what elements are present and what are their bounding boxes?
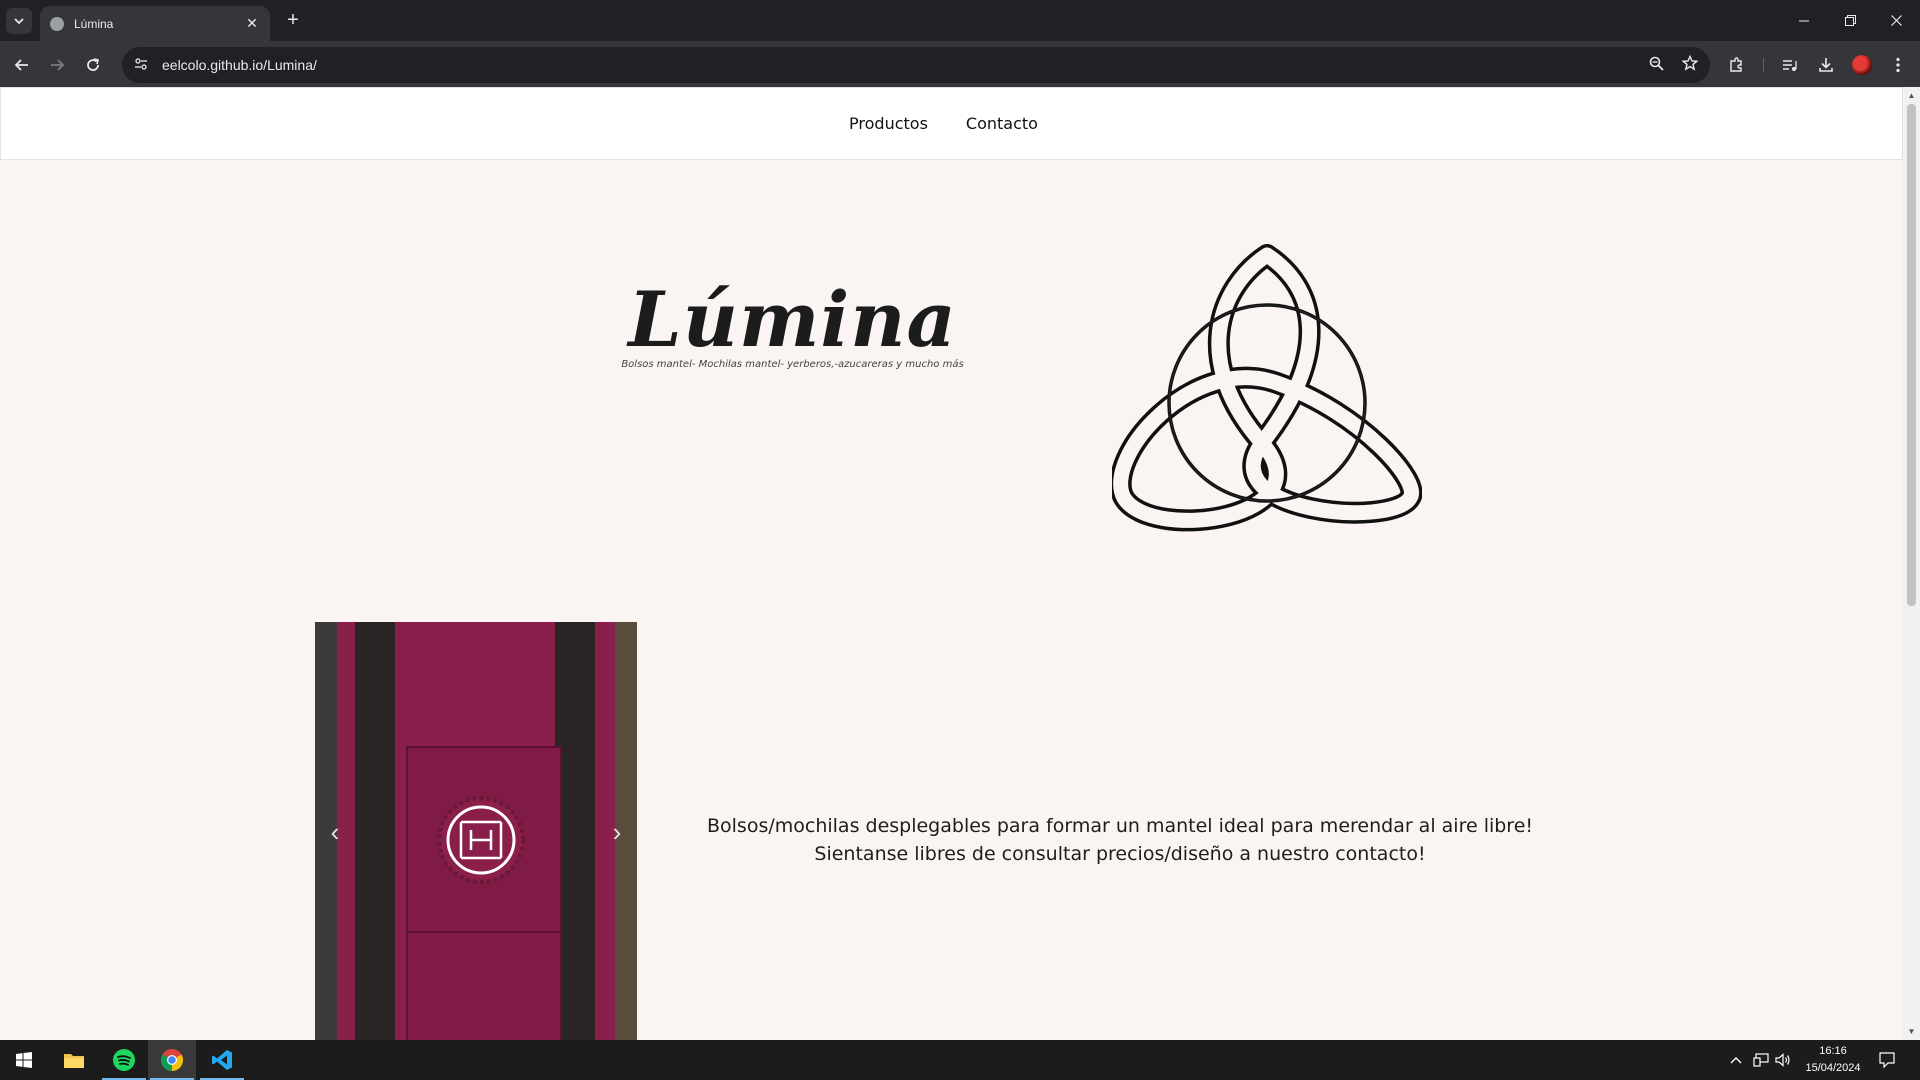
folder-icon — [64, 1054, 84, 1068]
os-taskbar: 16:16 15/04/2024 — [0, 1040, 1920, 1080]
product-description: Bolsos/mochilas desplegables para formar… — [706, 815, 1534, 865]
url-text[interactable]: eelcolo.github.io/Lumina/ — [162, 57, 1631, 73]
windows-logo-icon — [16, 1052, 32, 1068]
close-icon — [1890, 15, 1902, 26]
vscode-button[interactable] — [198, 1040, 246, 1080]
scroll-thumb[interactable] — [1907, 104, 1916, 606]
arrow-right-icon — [51, 59, 65, 71]
forward-button[interactable] — [44, 52, 70, 78]
carousel-next-button[interactable]: › — [597, 622, 637, 1040]
product-carousel: ‹ › — [315, 622, 637, 1040]
spotify-icon — [113, 1049, 135, 1071]
clock-date: 15/04/2024 — [1805, 1062, 1861, 1074]
site-navbar: Productos Contacto — [0, 87, 1903, 160]
nav-link-productos[interactable]: Productos — [849, 114, 928, 133]
new-tab-button[interactable]: + — [281, 9, 305, 33]
minimize-icon — [1799, 20, 1809, 21]
extensions-icon[interactable] — [1725, 54, 1747, 76]
menu-dots-icon[interactable] — [1887, 54, 1909, 76]
taskbar-clock[interactable]: 16:16 15/04/2024 — [1790, 1043, 1876, 1077]
site-info-icon[interactable] — [134, 57, 152, 74]
minimize-button[interactable] — [1781, 0, 1827, 41]
clock-time: 16:16 — [1819, 1045, 1847, 1057]
close-tab-button[interactable]: ✕ — [244, 15, 260, 32]
spotify-button[interactable] — [100, 1040, 148, 1080]
file-explorer-button[interactable] — [50, 1040, 98, 1080]
reload-button[interactable] — [80, 52, 106, 78]
reload-icon — [87, 58, 99, 71]
scroll-up-arrow[interactable]: ▲ — [1903, 87, 1920, 104]
address-bar[interactable]: eelcolo.github.io/Lumina/ — [122, 47, 1710, 83]
page-viewport: Productos Contacto Lúmina Bolsos mantel-… — [0, 87, 1920, 1040]
tab-strip: Lúmina ✕ + — [0, 0, 1920, 41]
start-button[interactable] — [0, 1040, 48, 1080]
scroll-down-arrow[interactable]: ▼ — [1903, 1023, 1920, 1040]
network-icon[interactable] — [1750, 1040, 1772, 1080]
zoom-icon[interactable] — [1649, 56, 1664, 75]
download-icon[interactable] — [1815, 54, 1837, 76]
vscode-icon — [212, 1050, 232, 1070]
page-scrollbar[interactable]: ▲ ▼ — [1903, 87, 1920, 1040]
brand-subtitle: Bolsos mantel- Mochilas mantel- yerberos… — [621, 359, 964, 370]
chrome-button[interactable] — [148, 1040, 196, 1080]
tab-search-button[interactable] — [6, 8, 32, 34]
brand-block: Lúmina Bolsos mantel- Mochilas mantel- y… — [600, 275, 985, 371]
globe-icon — [50, 16, 64, 31]
chrome-icon — [161, 1049, 183, 1071]
media-control-icon[interactable] — [1779, 54, 1801, 76]
close-window-button[interactable] — [1873, 0, 1919, 41]
restore-button[interactable] — [1827, 0, 1873, 41]
arrow-left-icon — [14, 59, 28, 71]
carousel-prev-button[interactable]: ‹ — [315, 622, 355, 1040]
browser-toolbar: eelcolo.github.io/Lumina/ — [0, 41, 1920, 88]
tab-title: Lúmina — [74, 16, 114, 31]
notifications-icon[interactable] — [1874, 1040, 1900, 1080]
tray-overflow-chevron[interactable] — [1728, 1040, 1744, 1080]
chevron-down-icon — [14, 18, 24, 25]
brand-title: Lúmina — [628, 275, 957, 364]
bookmark-star-icon[interactable] — [1681, 54, 1699, 75]
chevron-up-icon — [1730, 1057, 1742, 1064]
restore-icon — [1844, 15, 1856, 26]
toolbar-divider — [1763, 58, 1764, 72]
triquetra-logo — [1112, 244, 1422, 532]
product-photo-bag — [315, 622, 637, 1040]
nav-link-contacto[interactable]: Contacto — [966, 114, 1038, 133]
back-button[interactable] — [9, 52, 35, 78]
profile-avatar[interactable] — [1852, 55, 1872, 75]
tab-lumina[interactable]: Lúmina ✕ — [40, 6, 270, 41]
